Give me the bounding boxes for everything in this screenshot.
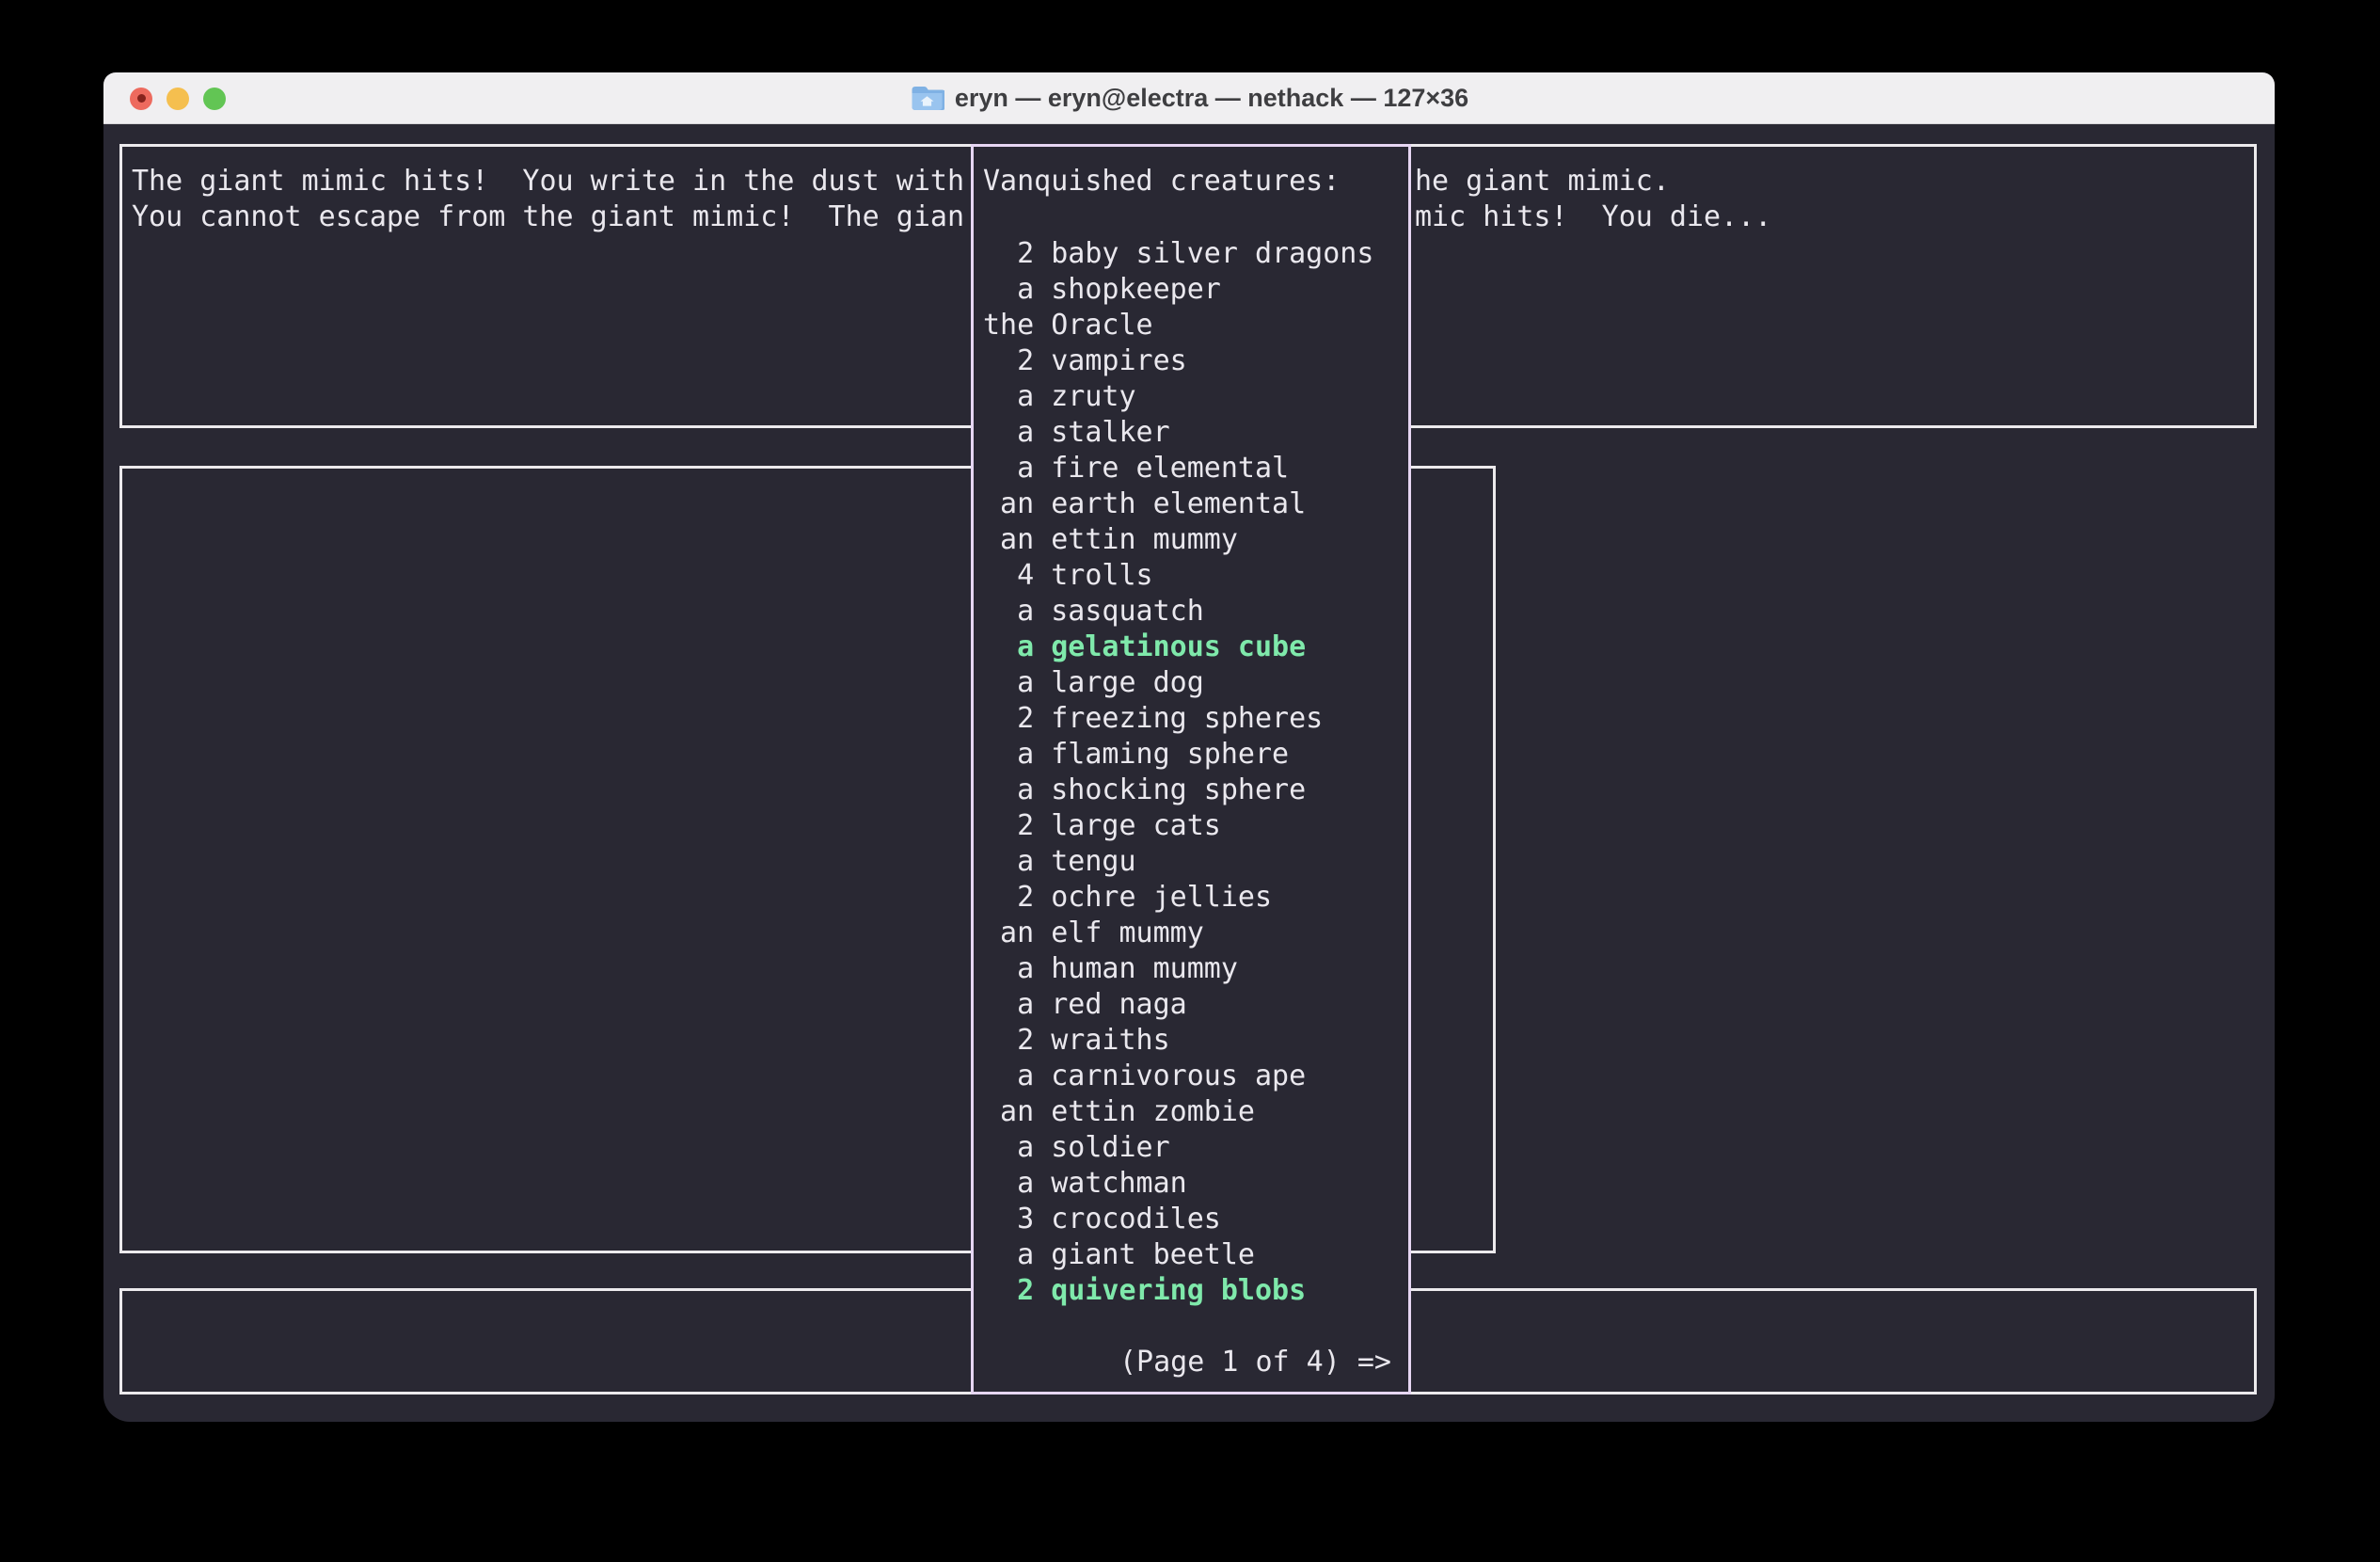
creature-list-item: 3 crocodiles: [983, 1202, 1404, 1237]
creature-list-item: a shopkeeper: [983, 272, 1404, 308]
creature-list-item: 2 ochre jellies: [983, 880, 1404, 916]
creature-list-item: a human mummy: [983, 951, 1404, 987]
creature-list-item: 2 baby silver dragons: [983, 236, 1404, 272]
creature-list-item: a red naga: [983, 987, 1404, 1023]
vanquished-creatures-panel: Vanquished creatures: 2 baby silver drag…: [971, 144, 1411, 1395]
creature-list-item: 2 freezing spheres: [983, 701, 1404, 737]
creature-list-item: the Oracle: [983, 308, 1404, 343]
creature-list-item: 2 quivering blobs: [983, 1273, 1404, 1309]
title-area: eryn — eryn@electra — nethack — 127×36: [103, 72, 2275, 124]
desktop-background: eryn — eryn@electra — nethack — 127×36 T…: [0, 0, 2380, 1562]
message-line-1-right: he giant mimic.: [1415, 164, 1670, 199]
creature-list-item: a zruty: [983, 379, 1404, 415]
home-folder-icon: [910, 84, 944, 113]
creature-list-item: a carnivorous ape: [983, 1059, 1404, 1094]
window-title: eryn — eryn@electra — nethack — 127×36: [955, 84, 1468, 113]
creature-list: 2 baby silver dragons a shopkeeperthe Or…: [983, 236, 1404, 1309]
terminal-screen[interactable]: The giant mimic hits! You write in the d…: [103, 124, 2275, 1422]
creature-list-item: 2 wraiths: [983, 1023, 1404, 1059]
creature-list-item: an ettin mummy: [983, 522, 1404, 558]
creature-list-item: a flaming sphere: [983, 737, 1404, 773]
creature-list-item: a giant beetle: [983, 1237, 1404, 1273]
creature-list-item: 2 vampires: [983, 343, 1404, 379]
creature-list-item: a watchman: [983, 1166, 1404, 1202]
creature-list-item: a sasquatch: [983, 594, 1404, 630]
message-line-2-left: You cannot escape from the giant mimic! …: [132, 199, 964, 235]
creature-list-item: 4 trolls: [983, 558, 1404, 594]
creature-list-item: a gelatinous cube: [983, 630, 1404, 665]
creature-list-item: a large dog: [983, 665, 1404, 701]
creature-list-item: a tengu: [983, 844, 1404, 880]
panel-title: Vanquished creatures:: [983, 164, 1340, 199]
message-line-2-right: mic hits! You die...: [1415, 199, 1771, 235]
creature-list-item: 2 large cats: [983, 808, 1404, 844]
creature-list-item: an ettin zombie: [983, 1094, 1404, 1130]
creature-list-item: a stalker: [983, 415, 1404, 451]
window-titlebar[interactable]: eryn — eryn@electra — nethack — 127×36: [103, 72, 2275, 124]
terminal-window: eryn — eryn@electra — nethack — 127×36 T…: [103, 72, 2275, 1422]
creature-list-item: an elf mummy: [983, 916, 1404, 951]
creature-list-item: a fire elemental: [983, 451, 1404, 486]
creature-list-item: a soldier: [983, 1130, 1404, 1166]
page-indicator: (Page 1 of 4) =>: [1119, 1345, 1391, 1380]
message-line-1-left: The giant mimic hits! You write in the d…: [132, 164, 964, 199]
creature-list-item: an earth elemental: [983, 486, 1404, 522]
creature-list-item: a shocking sphere: [983, 773, 1404, 808]
